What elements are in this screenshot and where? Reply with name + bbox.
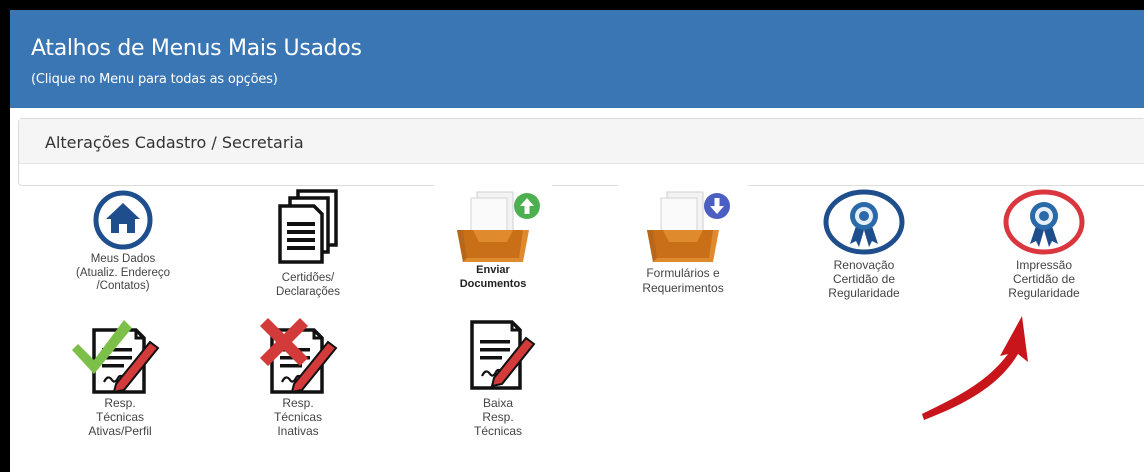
red-arrow-annotation [922, 316, 1028, 420]
page-frame: Atalhos de Menus Mais Usados (Clique no … [10, 10, 1144, 472]
